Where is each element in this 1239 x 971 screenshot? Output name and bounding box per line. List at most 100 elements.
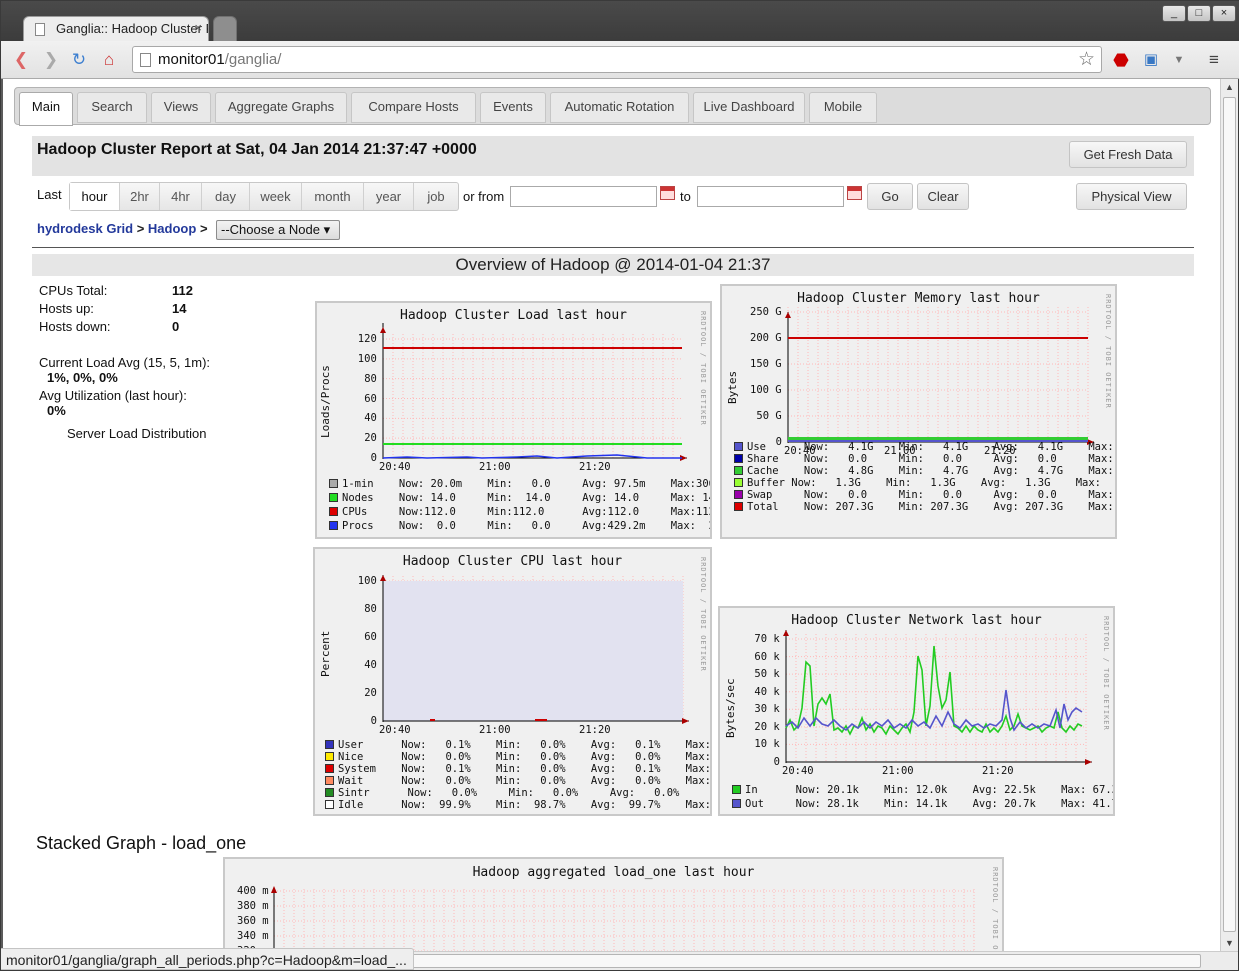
tab-automatic-rotation[interactable]: Automatic Rotation bbox=[550, 92, 689, 123]
page-content: Main Search Views Aggregate Graphs Compa… bbox=[3, 79, 1220, 951]
tab-live-dashboard[interactable]: Live Dashboard bbox=[693, 92, 805, 123]
clear-button[interactable]: Clear bbox=[917, 183, 969, 210]
cluster-link[interactable]: Hadoop bbox=[148, 221, 196, 236]
tab-aggregate-graphs[interactable]: Aggregate Graphs bbox=[215, 92, 347, 123]
physical-view-button[interactable]: Physical View bbox=[1076, 183, 1187, 210]
tab-search[interactable]: Search bbox=[77, 92, 147, 123]
tab-events[interactable]: Events bbox=[480, 92, 546, 123]
scroll-up-icon[interactable]: ▲ bbox=[1225, 82, 1234, 92]
stacked-load-graph[interactable]: Hadoop aggregated load_one last hour RRD… bbox=[223, 857, 1004, 951]
tab-compare-hosts[interactable]: Compare Hosts bbox=[351, 92, 476, 123]
range-day[interactable]: day bbox=[202, 183, 250, 210]
range-week[interactable]: week bbox=[250, 183, 302, 210]
legend-swatch bbox=[734, 490, 743, 499]
y-tick-label: 40 bbox=[364, 659, 377, 671]
adblock-icon[interactable]: ⬣ bbox=[1111, 50, 1131, 70]
legend-swatch bbox=[329, 521, 338, 530]
range-4hr[interactable]: 4hr bbox=[160, 183, 202, 210]
y-tick-label: 40 k bbox=[754, 685, 780, 698]
range-hour[interactable]: hour bbox=[70, 183, 120, 210]
y-tick-label: 20 bbox=[364, 687, 377, 699]
legend-item-user: User Now: 0.1% Min: 0.0% Avg: 0.1% Max: … bbox=[325, 739, 710, 751]
legend-item-share: Share Now: 0.0 Min: 0.0 Avg: 0.0 Max: 0.… bbox=[734, 453, 1115, 465]
legend-swatch bbox=[732, 785, 741, 794]
forward-icon[interactable]: ❯ bbox=[41, 50, 61, 70]
tab-main[interactable]: Main bbox=[19, 92, 73, 126]
tab-views[interactable]: Views bbox=[151, 92, 211, 123]
scroll-thumb[interactable] bbox=[1223, 97, 1236, 932]
chevron-down-icon[interactable]: ▼ bbox=[1169, 50, 1189, 70]
page-title: Hadoop Cluster Report at Sat, 04 Jan 201… bbox=[37, 141, 477, 158]
vertical-scrollbar[interactable]: ▲ ▼ bbox=[1220, 79, 1238, 951]
reload-icon[interactable]: ↻ bbox=[69, 50, 89, 70]
y-tick-label: 80 bbox=[364, 603, 377, 615]
x-tick-label: 21:00 bbox=[479, 724, 511, 736]
range-month[interactable]: month bbox=[302, 183, 364, 210]
y-tick-label: 340 m bbox=[237, 930, 269, 942]
legend-item-nodes: Nodes Now: 14.0 Min: 14.0 Avg: 14.0 Max:… bbox=[329, 492, 710, 504]
browser-tab-title: Ganglia:: Hadoop Cluster R bbox=[56, 21, 209, 36]
hosts-up-label: Hosts up: bbox=[39, 301, 94, 316]
close-window-icon[interactable]: × bbox=[1212, 5, 1236, 22]
y-tick-label: 10 k bbox=[754, 738, 780, 751]
hosts-down-value: 0 bbox=[172, 319, 180, 334]
legend-swatch bbox=[325, 764, 334, 773]
load-graph[interactable]: Hadoop Cluster Load last hour RRDTOOL / … bbox=[315, 301, 712, 539]
to-date-input[interactable] bbox=[697, 186, 844, 207]
legend-swatch bbox=[732, 799, 741, 808]
extension-icon[interactable]: ▣ bbox=[1141, 50, 1161, 70]
legend-swatch bbox=[734, 454, 743, 463]
home-icon[interactable]: ⌂ bbox=[99, 50, 119, 70]
x-tick-label: 21:20 bbox=[982, 765, 1014, 777]
menu-icon[interactable]: ≡ bbox=[1204, 50, 1224, 70]
range-year[interactable]: year bbox=[364, 183, 414, 210]
x-tick-label: 21:20 bbox=[579, 461, 611, 473]
range-job[interactable]: job bbox=[414, 183, 458, 210]
bookmark-star-icon[interactable]: ☆ bbox=[1078, 48, 1095, 71]
range-2hr[interactable]: 2hr bbox=[120, 183, 160, 210]
browser-toolbar: ❮ ❯ ↻ ⌂ monitor01/ganglia/ ☆ ⬣ ▣ ▼ ≡ bbox=[1, 41, 1239, 79]
divider bbox=[32, 247, 1194, 248]
load-avg-label: Current Load Avg (15, 5, 1m): bbox=[39, 355, 211, 370]
legend-swatch bbox=[325, 740, 334, 749]
x-tick-label: 21:00 bbox=[479, 461, 511, 473]
new-tab-button[interactable] bbox=[213, 16, 237, 42]
breadcrumb: hydrodesk Grid > Hadoop > bbox=[37, 221, 208, 236]
stacked-graph-heading: Stacked Graph - load_one bbox=[36, 833, 247, 853]
cpu-graph[interactable]: Hadoop Cluster CPU last hour RRDTOOL / T… bbox=[313, 547, 712, 816]
browser-window: Ganglia:: Hadoop Cluster R × _ □ × ❮ ❯ ↻… bbox=[0, 0, 1239, 971]
node-select[interactable]: --Choose a Node ▾ bbox=[216, 220, 340, 240]
y-tick-label: 60 bbox=[364, 631, 377, 643]
grid-link[interactable]: hydrodesk Grid bbox=[37, 221, 133, 236]
from-date-input[interactable] bbox=[510, 186, 657, 207]
cpus-total-label: CPUs Total: bbox=[39, 283, 108, 298]
legend-item-swap: Swap Now: 0.0 Min: 0.0 Avg: 0.0 Max: 0.0 bbox=[734, 489, 1115, 501]
get-fresh-data-button[interactable]: Get Fresh Data bbox=[1069, 141, 1187, 168]
browser-tab-strip: Ganglia:: Hadoop Cluster R × _ □ × bbox=[1, 1, 1239, 42]
y-tick-label: 40 bbox=[364, 412, 377, 425]
legend-swatch bbox=[325, 788, 334, 797]
y-tick-label: 0 bbox=[773, 756, 780, 768]
scroll-down-icon[interactable]: ▼ bbox=[1225, 938, 1234, 948]
legend-item-1-min: 1-min Now: 20.0m Min: 0.0 Avg: 97.5m Max… bbox=[329, 478, 710, 490]
tab-mobile[interactable]: Mobile bbox=[809, 92, 877, 123]
calendar-icon[interactable] bbox=[847, 186, 862, 200]
utilization-label: Avg Utilization (last hour): bbox=[39, 388, 187, 403]
calendar-icon[interactable] bbox=[660, 186, 675, 200]
y-tick-label: 400 m bbox=[237, 885, 269, 897]
legend-swatch bbox=[329, 493, 338, 502]
y-tick-label: 380 m bbox=[237, 900, 269, 912]
network-graph[interactable]: Hadoop Cluster Network last hour RRDTOOL… bbox=[718, 606, 1115, 816]
legend-item-total: Total Now: 207.3G Min: 207.3G Avg: 207.3… bbox=[734, 501, 1115, 513]
maximize-icon[interactable]: □ bbox=[1187, 5, 1211, 22]
memory-graph[interactable]: Hadoop Cluster Memory last hour RRDTOOL … bbox=[720, 284, 1117, 539]
minimize-icon[interactable]: _ bbox=[1162, 5, 1186, 22]
y-tick-label: 50 G bbox=[756, 410, 782, 422]
close-tab-icon[interactable]: × bbox=[194, 20, 202, 35]
legend-swatch bbox=[325, 776, 334, 785]
go-button[interactable]: Go bbox=[867, 183, 913, 210]
page-icon bbox=[140, 53, 151, 67]
back-icon[interactable]: ❮ bbox=[11, 50, 31, 70]
address-bar[interactable]: monitor01/ganglia/ ☆ bbox=[132, 46, 1102, 73]
browser-tab-active[interactable]: Ganglia:: Hadoop Cluster R × bbox=[23, 16, 209, 42]
